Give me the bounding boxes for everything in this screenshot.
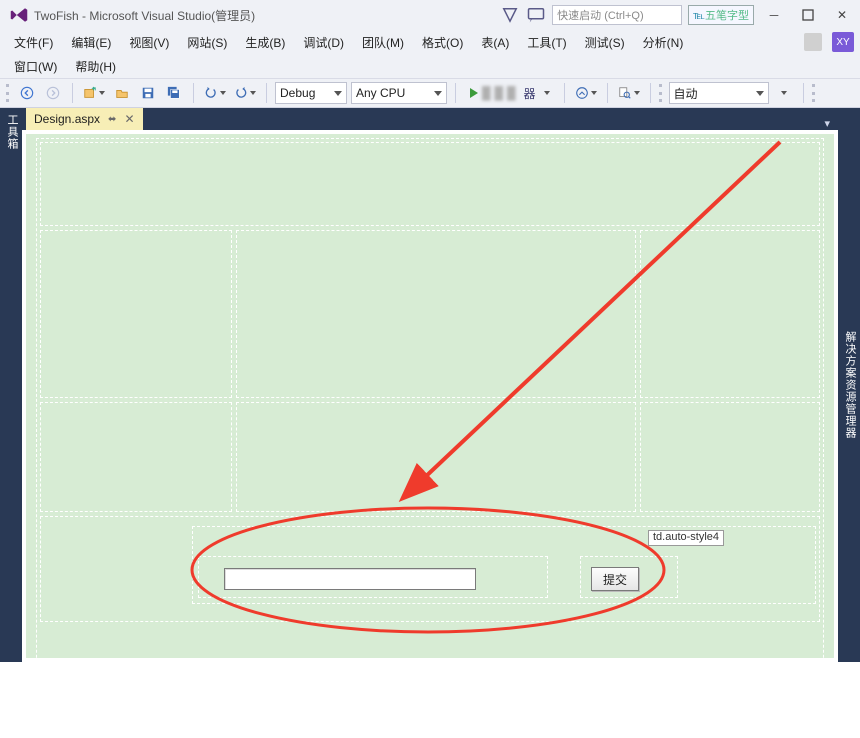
menu-table[interactable]: 表(A) xyxy=(473,32,517,53)
menu-edit[interactable]: 编辑(E) xyxy=(63,32,119,53)
quick-launch-input[interactable]: 快速启动 (Ctrl+Q) xyxy=(552,5,682,25)
nav-back-button[interactable] xyxy=(16,82,38,104)
target-dropdown[interactable]: 自动 xyxy=(669,82,769,104)
menu-test[interactable]: 测试(S) xyxy=(577,32,633,53)
pin-icon[interactable]: ⬌ xyxy=(108,114,116,125)
table-cell[interactable] xyxy=(236,230,636,398)
new-project-button[interactable] xyxy=(81,82,107,104)
open-file-button[interactable] xyxy=(111,82,133,104)
start-debug-button[interactable]: ███器 xyxy=(464,82,556,104)
visual-studio-logo-icon xyxy=(10,6,28,24)
document-tab-design-aspx[interactable]: Design.aspx ⬌ ✕ xyxy=(26,108,143,130)
menu-website[interactable]: 网站(S) xyxy=(179,32,235,53)
platform-dropdown[interactable]: Any CPU xyxy=(351,82,447,104)
table-cell[interactable] xyxy=(40,402,232,512)
menu-build[interactable]: 生成(B) xyxy=(237,32,293,53)
ime-badge[interactable]: ℡五笔字型 xyxy=(688,5,754,25)
close-button[interactable]: ✕ xyxy=(828,4,856,26)
undo-button[interactable] xyxy=(202,82,228,104)
menu-debug[interactable]: 调试(D) xyxy=(295,32,352,53)
table-cell[interactable] xyxy=(40,230,232,398)
quick-launch-placeholder: 快速启动 (Ctrl+Q) xyxy=(557,7,643,23)
toolbox-tab[interactable]: 工具箱 xyxy=(4,114,20,656)
submit-button-control[interactable]: 提交 xyxy=(591,567,639,591)
user-avatar-icon[interactable] xyxy=(804,33,822,51)
toolbar-grip-icon[interactable] xyxy=(6,84,10,102)
tag-selector-hint[interactable]: td.auto-style4 xyxy=(648,530,724,546)
menu-bar-row2: 窗口(W) 帮助(H) xyxy=(0,54,860,78)
solution-explorer-tab[interactable]: 解决方案资源管理器 xyxy=(842,331,858,439)
textbox-control[interactable] xyxy=(224,568,476,590)
redo-button[interactable] xyxy=(232,82,258,104)
play-icon xyxy=(470,88,478,98)
configuration-dropdown[interactable]: Debug xyxy=(275,82,347,104)
menu-tools[interactable]: 工具(T) xyxy=(519,32,574,53)
menu-file[interactable]: 文件(F) xyxy=(6,32,61,53)
notifications-icon[interactable] xyxy=(500,5,520,25)
find-in-files-button[interactable] xyxy=(616,82,642,104)
menu-window[interactable]: 窗口(W) xyxy=(6,56,65,77)
designer-surface[interactable]: 提交 td.auto-style4 xyxy=(22,130,838,662)
nav-forward-button[interactable] xyxy=(42,82,64,104)
title-bar: TwoFish - Microsoft Visual Studio(管理员) 快… xyxy=(0,0,860,30)
minimize-button[interactable]: － xyxy=(760,4,788,26)
target-extra-button[interactable] xyxy=(773,82,795,104)
table-cell[interactable] xyxy=(236,402,636,512)
table-cell[interactable] xyxy=(40,142,820,226)
window-title: TwoFish - Microsoft Visual Studio(管理员) xyxy=(34,7,255,24)
menu-view[interactable]: 视图(V) xyxy=(121,32,177,53)
toolbar-grip-icon[interactable] xyxy=(659,84,663,102)
left-sidebar: 工具箱 xyxy=(0,108,22,662)
main-shell: 工具箱 Design.aspx ⬌ ✕ ▾ 提交 xyxy=(0,108,860,662)
toolbar-grip-icon[interactable] xyxy=(812,84,816,102)
menu-analyze[interactable]: 分析(N) xyxy=(635,32,692,53)
table-cell[interactable] xyxy=(640,402,820,512)
browser-link-button[interactable] xyxy=(573,82,599,104)
menu-help[interactable]: 帮助(H) xyxy=(67,56,124,77)
feedback-icon[interactable] xyxy=(526,5,546,25)
menu-bar: 文件(F) 编辑(E) 视图(V) 网站(S) 生成(B) 调试(D) 团队(M… xyxy=(0,30,860,54)
xy-badge[interactable]: XY xyxy=(832,32,854,52)
save-all-button[interactable] xyxy=(163,82,185,104)
table-cell[interactable] xyxy=(640,230,820,398)
toolbar: Debug Any CPU ███器 自动 xyxy=(0,78,860,108)
menu-format[interactable]: 格式(O) xyxy=(414,32,471,53)
document-tab-label: Design.aspx xyxy=(34,112,100,126)
right-sidebar: 解决方案资源管理器 团队资源管理器 诊断工具 属性 xyxy=(838,108,860,662)
document-tab-strip: Design.aspx ⬌ ✕ ▾ xyxy=(22,108,838,130)
menu-team[interactable]: 团队(M) xyxy=(354,32,412,53)
save-button[interactable] xyxy=(137,82,159,104)
close-icon[interactable]: ✕ xyxy=(124,112,134,126)
tab-overflow-button[interactable]: ▾ xyxy=(816,117,838,130)
maximize-button[interactable] xyxy=(794,4,822,26)
